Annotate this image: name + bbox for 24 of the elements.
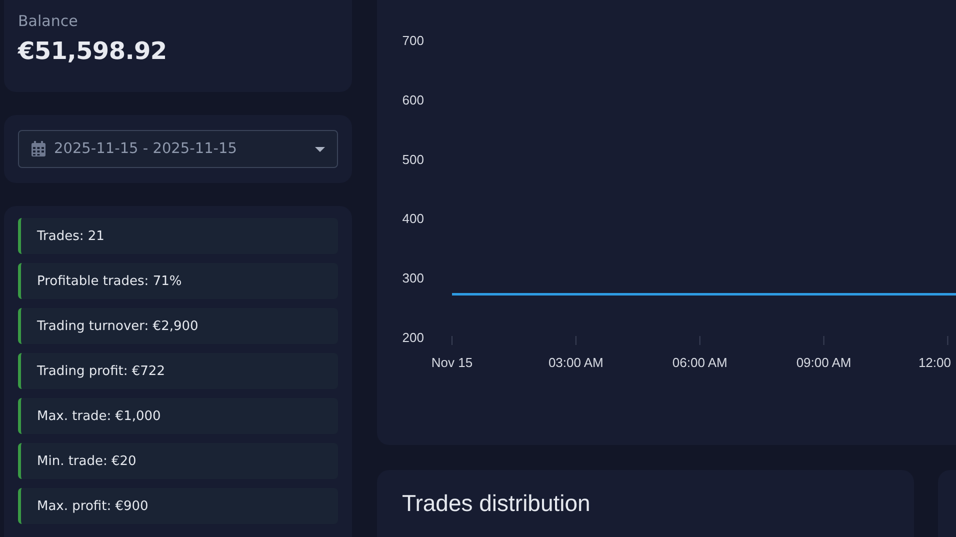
axis-label: 700	[402, 33, 424, 48]
stat-item: Min. trade: €20	[18, 443, 338, 479]
axis-label: 400	[402, 211, 424, 226]
axis-label: 500	[402, 152, 424, 167]
axis-label: Nov 15	[431, 355, 473, 370]
stat-item: Max. profit: €900	[18, 488, 338, 524]
axis-label: 600	[402, 92, 424, 108]
axis-label: 200	[402, 330, 424, 345]
axis-label: 03:00 AM	[548, 355, 604, 370]
card-title: Trades distribution	[402, 490, 592, 517]
axis-label: 06:00 AM	[672, 355, 728, 370]
stat-item: Max. trade: €1,000	[18, 398, 338, 434]
axis-label: 12:00	[918, 355, 951, 370]
stat-item: Profitable trades: 71%	[18, 263, 338, 299]
stat-item: Trades: 21	[18, 218, 338, 254]
balance-value: €51,598.92	[18, 37, 168, 65]
date-range-field[interactable]: 2025-11-15 - 2025-11-15	[18, 130, 338, 168]
balance-label: Balance	[18, 12, 79, 30]
stat-item: Trading turnover: €2,900	[18, 308, 338, 344]
calendar-icon	[31, 141, 46, 157]
stat-item: Trading profit: €722	[18, 353, 338, 389]
axis-label: 300	[402, 270, 424, 286]
caret-icon	[315, 146, 325, 152]
axis-label: 09:00 AM	[796, 355, 852, 370]
